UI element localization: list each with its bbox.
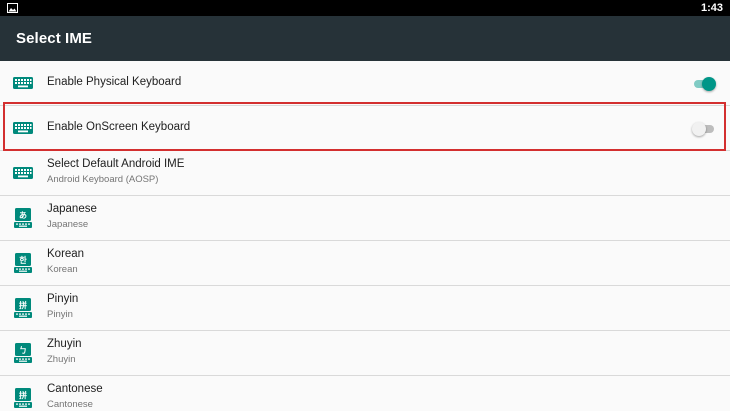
list-item-korean[interactable]: 한 Korean Korean <box>0 241 730 286</box>
svg-text:ㄅ: ㄅ <box>19 345 27 355</box>
ime-list: Enable Physical Keyboard Enable OnScreen… <box>0 61 730 411</box>
keyboard-icon <box>13 77 33 89</box>
toggle-thumb <box>702 77 716 91</box>
item-label: Japanese <box>47 203 97 215</box>
onscreen-keyboard-toggle[interactable] <box>692 120 716 138</box>
physical-keyboard-toggle[interactable] <box>692 75 716 93</box>
korean-ime-icon: 한 <box>14 253 32 273</box>
item-summary: Android Keyboard (AOSP) <box>47 174 159 185</box>
list-item-zhuyin[interactable]: ㄅ Zhuyin Zhuyin <box>0 331 730 376</box>
cantonese-ime-icon: 拼 <box>14 388 32 408</box>
item-label: Korean <box>47 248 85 260</box>
item-label: Select Default Android IME <box>47 158 185 170</box>
item-summary: Pinyin <box>47 309 73 320</box>
item-summary: Zhuyin <box>47 354 76 365</box>
japanese-ime-icon: あ <box>14 208 32 228</box>
item-label: Enable Physical Keyboard <box>47 76 182 88</box>
app-bar: Select IME <box>0 16 730 61</box>
item-summary: Cantonese <box>47 399 93 410</box>
item-label: Zhuyin <box>47 338 82 350</box>
status-bar: 1:43 <box>0 0 730 16</box>
svg-text:拼: 拼 <box>19 300 27 310</box>
list-item-default-ime[interactable]: Select Default Android IME Android Keybo… <box>0 151 730 196</box>
item-summary: Korean <box>47 264 78 275</box>
item-label: Cantonese <box>47 383 103 395</box>
svg-text:あ: あ <box>19 211 27 220</box>
keyboard-icon <box>13 122 33 134</box>
zhuyin-ime-icon: ㄅ <box>14 343 32 363</box>
pinyin-ime-icon: 拼 <box>14 298 32 318</box>
page-title: Select IME <box>16 30 93 47</box>
item-label: Enable OnScreen Keyboard <box>47 121 191 133</box>
keyboard-icon <box>13 167 33 179</box>
item-summary: Japanese <box>47 219 89 230</box>
list-item-enable-onscreen-keyboard[interactable]: Enable OnScreen Keyboard <box>0 106 730 151</box>
svg-text:한: 한 <box>19 255 27 265</box>
toggle-thumb <box>692 122 706 136</box>
item-label: Pinyin <box>47 293 79 305</box>
status-clock: 1:43 <box>700 2 723 14</box>
svg-text:拼: 拼 <box>19 390 27 400</box>
list-item-pinyin[interactable]: 拼 Pinyin Pinyin <box>0 286 730 331</box>
image-icon <box>7 3 18 13</box>
list-item-enable-physical-keyboard[interactable]: Enable Physical Keyboard <box>0 61 730 106</box>
list-item-cantonese[interactable]: 拼 Cantonese Cantonese <box>0 376 730 411</box>
list-item-japanese[interactable]: あ Japanese Japanese <box>0 196 730 241</box>
